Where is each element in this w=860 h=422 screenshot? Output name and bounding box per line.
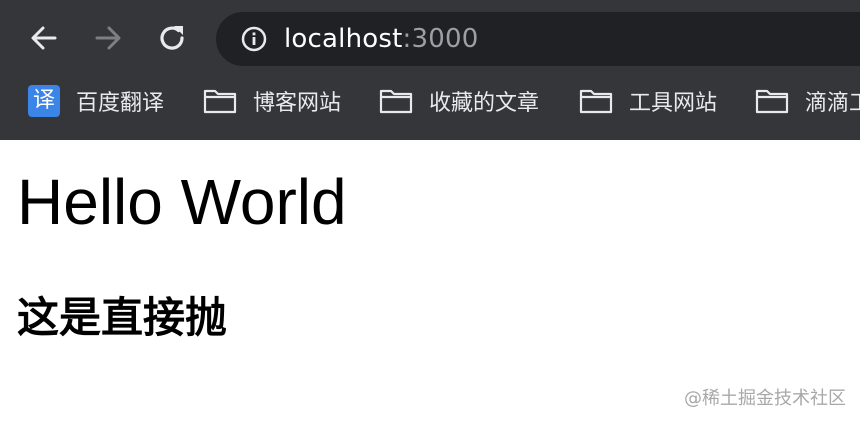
bookmark-label: 滴滴工 bbox=[805, 91, 860, 116]
bookmark-label: 收藏的文章 bbox=[429, 91, 540, 116]
url-host: localhost bbox=[284, 24, 403, 54]
arrow-right-icon bbox=[95, 26, 121, 50]
folder-icon bbox=[579, 89, 613, 114]
page-heading: Hello World bbox=[17, 166, 347, 238]
back-button[interactable] bbox=[26, 20, 62, 56]
browser-toolbar: localhost:3000 bbox=[0, 0, 860, 76]
url-port: :3000 bbox=[402, 24, 479, 54]
bookmarks-bar: 译 百度翻译 博客网站 收藏的文章 工具网站 滴滴 bbox=[0, 76, 860, 140]
url-text[interactable]: localhost:3000 bbox=[284, 23, 478, 55]
page-subheading: 这是直接抛 bbox=[17, 293, 228, 342]
bookmark-baidu-translate[interactable]: 译 百度翻译 bbox=[28, 76, 164, 126]
forward-button[interactable] bbox=[90, 20, 126, 56]
bookmark-folder-saved-articles[interactable]: 收藏的文章 bbox=[379, 76, 539, 126]
watermark: @稀土掘金技术社区 bbox=[684, 388, 846, 409]
arrow-left-icon bbox=[31, 26, 57, 50]
bookmark-label: 工具网站 bbox=[629, 91, 718, 116]
folder-icon bbox=[203, 89, 237, 114]
reload-button[interactable] bbox=[154, 20, 190, 56]
reload-icon bbox=[160, 26, 184, 50]
browser-chrome: localhost:3000 译 百度翻译 博客网站 收藏的文章 工具网站 滴滴 bbox=[0, 0, 860, 140]
folder-icon bbox=[379, 89, 413, 114]
bookmark-folder-tool-sites[interactable]: 工具网站 bbox=[579, 76, 717, 126]
bookmark-folder-didi[interactable]: 滴滴工 bbox=[755, 76, 860, 126]
bookmark-label: 百度翻译 bbox=[76, 91, 165, 116]
folder-icon bbox=[755, 89, 789, 114]
translate-icon: 译 bbox=[28, 85, 60, 117]
info-icon[interactable] bbox=[240, 25, 268, 53]
bookmark-folder-blog-sites[interactable]: 博客网站 bbox=[203, 76, 341, 126]
address-bar[interactable]: localhost:3000 bbox=[216, 12, 860, 66]
page-content: Hello World 这是直接抛 @稀土掘金技术社区 bbox=[0, 140, 860, 422]
bookmark-label: 博客网站 bbox=[253, 91, 342, 116]
